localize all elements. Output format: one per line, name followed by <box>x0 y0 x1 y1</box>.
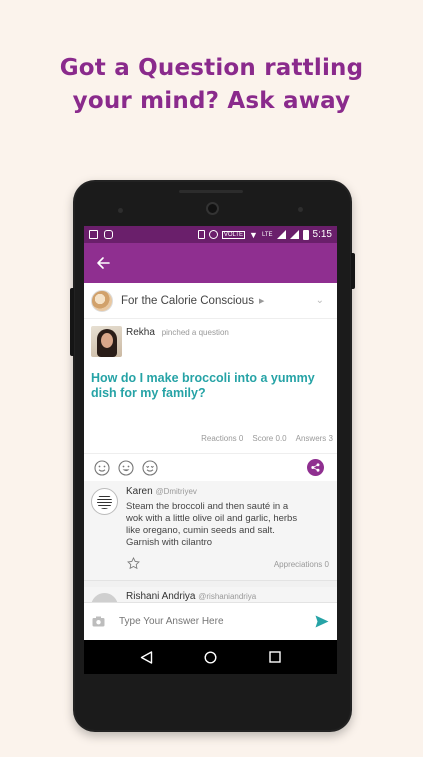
share-button[interactable] <box>307 459 324 476</box>
answer-author[interactable]: Karen <box>126 486 153 497</box>
list-item: Karen @Dmitriyev Steam the broccoli and … <box>84 481 337 581</box>
avatar[interactable] <box>91 326 122 357</box>
battery-icon <box>302 229 309 240</box>
app-notification-icon <box>104 230 113 239</box>
promo-headline: Got a Question rattling your mind? Ask a… <box>0 52 423 118</box>
promo-line-2: your mind? Ask away <box>72 88 351 114</box>
post-username[interactable]: Rekha <box>126 327 155 338</box>
score-value: 0.0 <box>275 434 287 443</box>
system-nav-bar <box>84 640 337 674</box>
nav-back-icon[interactable] <box>140 650 153 664</box>
answer-composer <box>84 602 337 640</box>
category-name: For the Calorie Conscious <box>121 294 254 307</box>
score-label: Score <box>252 434 274 443</box>
vibrate-icon <box>197 230 205 239</box>
question-text: How do I make broccoli into a yummy dish… <box>91 371 315 400</box>
love-icon[interactable] <box>142 459 158 476</box>
reactions-count: 0 <box>238 434 244 443</box>
app-bar <box>84 243 337 283</box>
share-icon <box>311 463 320 472</box>
category-selector[interactable]: For the Calorie Conscious ▶ ⌄ <box>84 283 337 319</box>
chevron-down-icon[interactable]: ⌄ <box>316 295 324 306</box>
camera-icon[interactable] <box>92 616 105 627</box>
volte-badge: VOLTE <box>221 230 246 239</box>
answers-count: 3 <box>328 434 333 443</box>
answer-handle: @rishaniandriya <box>198 592 257 601</box>
smiley-icon[interactable] <box>94 459 110 476</box>
arrow-back-icon[interactable] <box>96 256 110 270</box>
signal-icon-2 <box>289 230 299 239</box>
caret-right-icon: ▶ <box>258 297 265 305</box>
speaker-grill <box>179 190 243 193</box>
alarm-icon <box>208 230 218 239</box>
answer-handle: @Dmitriyev <box>155 487 197 496</box>
star-icon[interactable] <box>127 557 140 570</box>
power-button <box>351 253 355 289</box>
reaction-bar <box>84 453 337 481</box>
status-time: 5:15 <box>312 229 332 240</box>
appreciations-count: 0 <box>324 560 329 569</box>
appreciations-label: Appreciations <box>273 560 323 569</box>
appreciations: Appreciations 0 <box>274 560 329 569</box>
light-sensor <box>298 207 303 212</box>
network-type: LTE <box>261 231 273 238</box>
proximity-sensor <box>118 208 123 213</box>
promo-line-1: Got a Question rattling <box>59 55 364 81</box>
answer-input[interactable] <box>119 616 315 627</box>
send-icon[interactable] <box>315 615 329 628</box>
answer-text: Steam the broccoli and then sauté in a w… <box>126 501 298 548</box>
nav-recents-icon[interactable] <box>269 651 281 663</box>
reactions-label: Reactions <box>201 434 237 443</box>
answer-author[interactable]: Rishani Andriya <box>126 591 195 602</box>
avatar[interactable] <box>91 488 118 515</box>
nav-home-icon[interactable] <box>204 650 217 664</box>
front-camera <box>206 202 219 215</box>
answers-label: Answers <box>295 434 327 443</box>
gallery-notification-icon <box>89 230 98 239</box>
answers-list: Karen @Dmitriyev Steam the broccoli and … <box>84 481 337 620</box>
wifi-icon: ▼ <box>249 229 258 240</box>
status-bar: VOLTE ▼ LTE 5:15 <box>84 226 337 243</box>
phone-screen: VOLTE ▼ LTE 5:15 For the Calorie Conscio… <box>84 226 337 674</box>
volume-button <box>70 288 74 356</box>
signal-icon <box>276 230 286 239</box>
category-avatar <box>91 289 113 312</box>
post-action: pinched a question <box>161 328 229 337</box>
post-stats: Reactions 0 Score 0.0 Answers 3 <box>201 434 333 443</box>
post-header: Rekha pinched a question <box>84 319 337 357</box>
laugh-icon[interactable] <box>118 459 134 476</box>
